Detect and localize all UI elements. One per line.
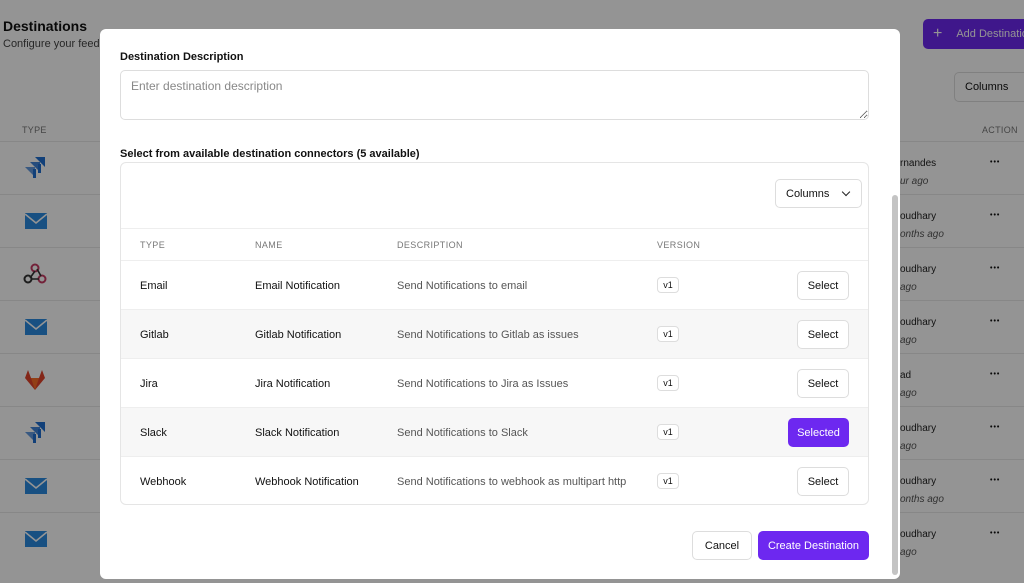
row-name: Email Notification <box>255 280 340 292</box>
create-destination-modal: Destination Description Select from avai… <box>100 29 900 579</box>
table-row: Slack Slack Notification Send Notificati… <box>121 408 868 457</box>
description-input[interactable] <box>120 70 869 120</box>
description-label: Destination Description <box>120 51 244 63</box>
create-destination-button[interactable]: Create Destination <box>758 531 869 560</box>
column-header-version: VERSION <box>657 240 701 250</box>
modal-scrollbar[interactable] <box>892 195 898 575</box>
connectors-label: Select from available destination connec… <box>120 148 420 160</box>
cancel-button[interactable]: Cancel <box>692 531 752 560</box>
row-name: Gitlab Notification <box>255 329 342 341</box>
select-email-button[interactable]: Select <box>797 271 849 300</box>
connectors-panel: Columns TYPE NAME DESCRIPTION VERSION Em… <box>120 162 869 505</box>
version-badge: v1 <box>657 375 679 391</box>
connectors-table: TYPE NAME DESCRIPTION VERSION Email Emai… <box>121 228 868 506</box>
column-header-description: DESCRIPTION <box>397 240 463 250</box>
version-badge: v1 <box>657 473 679 489</box>
columns-button-label: Columns <box>786 187 830 200</box>
row-name: Slack Notification <box>255 427 340 439</box>
table-row: Jira Jira Notification Send Notification… <box>121 359 868 408</box>
row-type: Webhook <box>140 476 187 488</box>
select-gitlab-button[interactable]: Select <box>797 320 849 349</box>
column-header-name: NAME <box>255 240 283 250</box>
row-name: Jira Notification <box>255 378 331 390</box>
version-badge: v1 <box>657 277 679 293</box>
chevron-down-icon <box>841 187 851 197</box>
row-description: Send Notifications to Slack <box>397 427 528 439</box>
version-badge: v1 <box>657 424 679 440</box>
row-description: Send Notifications to Jira as Issues <box>397 378 569 390</box>
table-header: TYPE NAME DESCRIPTION VERSION <box>121 229 868 261</box>
row-type: Slack <box>140 427 167 439</box>
select-jira-button[interactable]: Select <box>797 369 849 398</box>
column-header-type: TYPE <box>140 240 166 250</box>
row-description: Send Notifications to Gitlab as issues <box>397 329 579 341</box>
table-row: Gitlab Gitlab Notification Send Notifica… <box>121 310 868 359</box>
row-description: Send Notifications to email <box>397 280 528 292</box>
table-row: Email Email Notification Send Notificati… <box>121 261 868 310</box>
columns-button[interactable]: Columns <box>775 179 862 208</box>
row-description: Send Notifications to webhook as multipa… <box>397 476 627 488</box>
row-type: Email <box>140 280 168 292</box>
row-type: Gitlab <box>140 329 169 341</box>
row-type: Jira <box>140 378 158 390</box>
select-webhook-button[interactable]: Select <box>797 467 849 496</box>
table-row: Webhook Webhook Notification Send Notifi… <box>121 457 868 506</box>
version-badge: v1 <box>657 326 679 342</box>
row-name: Webhook Notification <box>255 476 359 488</box>
selected-slack-button[interactable]: Selected <box>788 418 849 447</box>
